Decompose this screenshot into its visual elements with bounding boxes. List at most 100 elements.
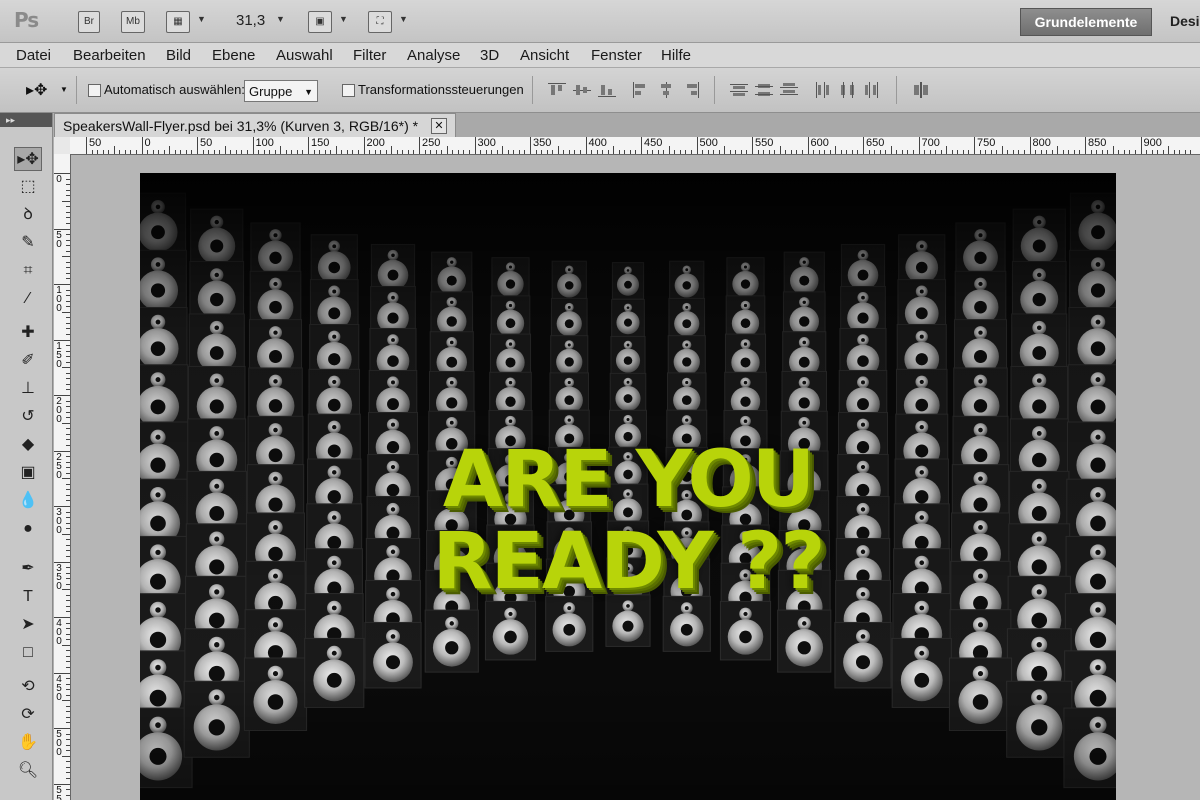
align-vertical-center-icon[interactable] bbox=[573, 82, 591, 98]
auto-select-dropdown[interactable]: Gruppe ▼ bbox=[244, 80, 318, 102]
ruler-minor-tick bbox=[91, 150, 93, 154]
gradient-icon[interactable]: ▣ bbox=[14, 461, 42, 485]
screen-mode-button[interactable]: ⛶ bbox=[368, 11, 392, 33]
ruler-minor-tick bbox=[62, 311, 70, 313]
align-top-icon[interactable] bbox=[548, 82, 566, 98]
view-extras-button[interactable]: ▦ bbox=[166, 11, 190, 33]
3d-rotate-icon[interactable]: ⟲ bbox=[14, 675, 42, 699]
ruler-minor-tick bbox=[485, 150, 487, 154]
rectangle-icon[interactable]: □ bbox=[14, 641, 42, 665]
ruler-minor-tick bbox=[463, 150, 465, 154]
auto-align-layers-icon[interactable] bbox=[912, 82, 930, 98]
move-tool-preset-icon[interactable]: ▸✥ bbox=[26, 80, 47, 100]
distribute-top-icon[interactable] bbox=[730, 82, 748, 98]
ruler-minor-tick bbox=[740, 150, 742, 154]
chevron-down-icon[interactable]: ▼ bbox=[399, 14, 408, 24]
auto-select-label: Automatisch auswählen: bbox=[104, 82, 245, 97]
ruler-minor-tick bbox=[1035, 150, 1037, 154]
ruler-tick bbox=[696, 137, 698, 154]
ruler-minor-tick bbox=[635, 150, 637, 154]
type-icon[interactable]: T bbox=[14, 585, 42, 609]
menu-datei[interactable]: Datei bbox=[16, 47, 51, 64]
blur-icon[interactable]: 💧 bbox=[14, 489, 42, 513]
distribute-horizontal-center-icon[interactable] bbox=[839, 82, 857, 98]
auto-select-checkbox[interactable] bbox=[88, 84, 101, 97]
eraser-icon[interactable]: ◆ bbox=[14, 433, 42, 457]
ruler-minor-tick bbox=[224, 146, 226, 154]
close-icon[interactable]: ✕ bbox=[431, 118, 447, 134]
dodge-icon[interactable]: ● bbox=[14, 517, 42, 541]
divider bbox=[896, 76, 897, 104]
ruler-label: 1 5 0 bbox=[56, 340, 62, 370]
menu-analyse[interactable]: Analyse bbox=[407, 47, 460, 64]
history-brush-icon[interactable]: ↺ bbox=[14, 405, 42, 429]
menu-filter[interactable]: Filter bbox=[353, 47, 386, 64]
eyedropper-icon[interactable]: ⁄ bbox=[14, 287, 42, 311]
ruler-minor-tick bbox=[147, 150, 149, 154]
ruler-label: 250 bbox=[422, 137, 441, 149]
mini-bridge-button[interactable]: Mb bbox=[121, 11, 145, 33]
ruler-minor-tick bbox=[119, 150, 121, 154]
horizontal-ruler[interactable]: 50 0 50 100 150 200 250 300 350 400 450 500 550 600 65… bbox=[70, 137, 1200, 155]
distribute-vertical-center-icon[interactable] bbox=[755, 82, 773, 98]
align-horizontal-center-icon[interactable] bbox=[657, 82, 675, 98]
chevron-down-icon[interactable]: ▼ bbox=[276, 14, 285, 24]
bridge-button[interactable]: Br bbox=[78, 11, 100, 33]
healing-brush-icon[interactable]: ✚ bbox=[14, 321, 42, 345]
chevron-down-icon[interactable]: ▼ bbox=[197, 14, 206, 24]
document-canvas[interactable]: ARE YOU READY ?? bbox=[140, 173, 1116, 800]
distribute-right-icon[interactable] bbox=[864, 82, 882, 98]
move-icon[interactable]: ▸✥ bbox=[14, 147, 42, 171]
menu-hilfe[interactable]: Hilfe bbox=[661, 47, 691, 64]
workspace-grundelemente-button[interactable]: Grundelemente bbox=[1020, 8, 1152, 36]
arrange-documents-button[interactable]: ▣ bbox=[308, 11, 332, 33]
ruler-minor-tick bbox=[66, 694, 70, 696]
chevron-down-icon[interactable]: ▼ bbox=[60, 85, 68, 94]
ruler-minor-tick bbox=[718, 150, 720, 154]
quick-select-icon[interactable]: ✎ bbox=[14, 231, 42, 255]
ruler-minor-tick bbox=[66, 777, 70, 779]
distribute-bottom-icon[interactable] bbox=[780, 82, 798, 98]
ruler-minor-tick bbox=[557, 146, 559, 154]
ruler-minor-tick bbox=[924, 150, 926, 154]
ruler-minor-tick bbox=[618, 150, 620, 154]
path-select-icon[interactable]: ➤ bbox=[14, 613, 42, 637]
ruler-origin[interactable] bbox=[54, 137, 71, 155]
menu-bearbeiten[interactable]: Bearbeiten bbox=[73, 47, 146, 64]
vertical-ruler[interactable]: 0 5 0 1 0 0 1 5 0 2 0 0 2 5 0 3 0 0 3 5 0 4 0 0 4… bbox=[54, 154, 71, 800]
menu-fenster[interactable]: Fenster bbox=[591, 47, 642, 64]
brush-icon[interactable]: ✐ bbox=[14, 349, 42, 373]
distribute-left-icon[interactable] bbox=[814, 82, 832, 98]
menu-ebene[interactable]: Ebene bbox=[212, 47, 255, 64]
menu-auswahl[interactable]: Auswahl bbox=[276, 47, 333, 64]
ruler-minor-tick bbox=[535, 150, 537, 154]
zoom-icon[interactable]: 🔍︎ bbox=[14, 759, 42, 783]
ruler-minor-tick bbox=[66, 622, 70, 624]
hand-icon[interactable]: ✋ bbox=[14, 731, 42, 755]
ruler-tick bbox=[197, 137, 198, 154]
workspace-design-button[interactable]: Desi bbox=[1170, 13, 1200, 29]
ruler-minor-tick bbox=[66, 583, 70, 585]
ruler-minor-tick bbox=[896, 150, 898, 154]
3d-orbit-icon[interactable]: ⟳ bbox=[14, 703, 42, 727]
align-left-icon[interactable] bbox=[632, 82, 650, 98]
menu-ansicht[interactable]: Ansicht bbox=[520, 47, 569, 64]
menu-bild[interactable]: Bild bbox=[166, 47, 191, 64]
menu-3d[interactable]: 3D bbox=[480, 47, 499, 64]
collapse-panel-icon[interactable]: ▸▸ bbox=[0, 113, 52, 127]
align-bottom-icon[interactable] bbox=[598, 82, 616, 98]
ruler-minor-tick bbox=[396, 150, 398, 154]
document-tab[interactable]: SpeakersWall-Flyer.psd bei 31,3% (Kurven… bbox=[54, 113, 456, 137]
ruler-label: 3 5 0 bbox=[56, 562, 62, 592]
transform-controls-checkbox[interactable] bbox=[342, 84, 355, 97]
ruler-minor-tick bbox=[66, 661, 70, 663]
headline-line-1: ARE YOU bbox=[442, 435, 815, 525]
lasso-icon[interactable]: ꝺ bbox=[14, 203, 42, 227]
crop-icon[interactable]: ⌗ bbox=[14, 259, 42, 283]
chevron-down-icon[interactable]: ▼ bbox=[339, 14, 348, 24]
clone-stamp-icon[interactable]: ⊥ bbox=[14, 377, 42, 401]
align-right-icon[interactable] bbox=[682, 82, 700, 98]
pen-icon[interactable]: ✒ bbox=[14, 557, 42, 581]
zoom-level[interactable]: 31,3 bbox=[236, 12, 265, 29]
marquee-icon[interactable]: ⬚ bbox=[14, 175, 42, 199]
